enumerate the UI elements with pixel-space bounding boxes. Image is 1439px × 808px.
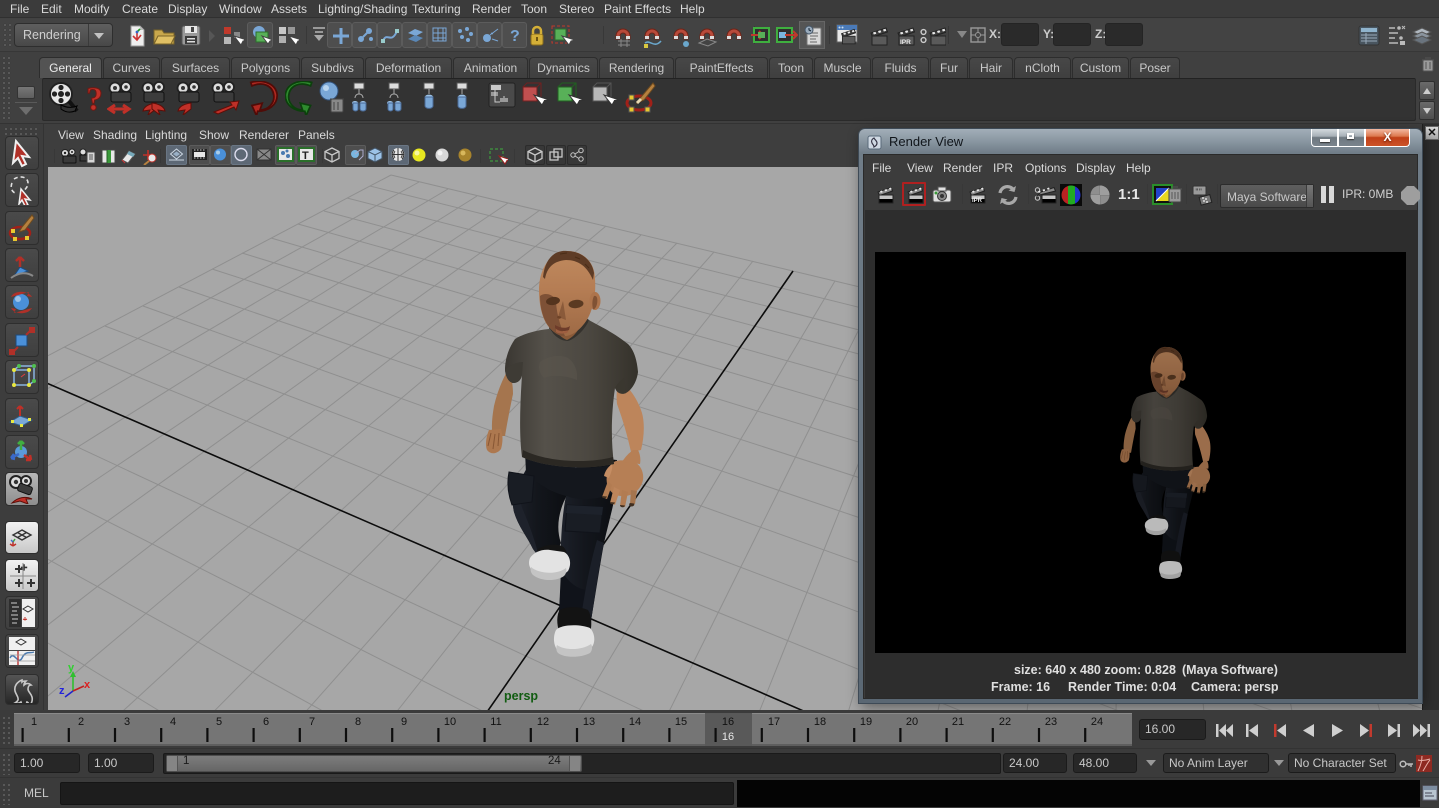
- svg-text:2: 2: [78, 716, 84, 728]
- svg-text:10: 10: [444, 716, 456, 728]
- svg-text:11: 11: [490, 716, 501, 728]
- svg-text:"": "": [1195, 188, 1202, 195]
- svg-text:IPR: IPR: [900, 39, 911, 46]
- svg-text:7: 7: [309, 716, 315, 728]
- svg-text:16: 16: [722, 716, 734, 728]
- svg-text:20: 20: [906, 716, 918, 728]
- svg-text:4: 4: [170, 716, 176, 728]
- svg-text:persp: persp: [504, 689, 538, 703]
- svg-text:23: 23: [1045, 716, 1057, 728]
- svg-text:1: 1: [31, 716, 37, 728]
- svg-text:17: 17: [768, 716, 780, 728]
- svg-text:?: ?: [510, 28, 520, 45]
- svg-text:9: 9: [401, 716, 407, 728]
- svg-text:y: y: [68, 662, 75, 674]
- svg-text:21: 21: [952, 716, 964, 728]
- svg-text:16: 16: [722, 731, 734, 743]
- svg-text:8: 8: [355, 716, 361, 728]
- svg-text:?: ?: [86, 81, 103, 115]
- svg-text:x: x: [84, 679, 91, 691]
- svg-text:IPR: IPR: [972, 198, 983, 204]
- svg-text:24: 24: [1091, 716, 1103, 728]
- svg-text:T: T: [302, 150, 309, 162]
- svg-text:z: z: [59, 685, 65, 697]
- svg-text:19: 19: [860, 716, 872, 728]
- svg-text:12: 12: [537, 716, 549, 728]
- svg-text:14: 14: [629, 716, 641, 728]
- svg-text:15: 15: [675, 716, 687, 728]
- svg-text:6: 6: [263, 716, 269, 728]
- svg-text:3: 3: [124, 716, 130, 728]
- svg-text:18: 18: [814, 716, 826, 728]
- svg-text:13: 13: [583, 716, 595, 728]
- svg-text:5: 5: [216, 716, 222, 728]
- svg-text:22: 22: [999, 716, 1011, 728]
